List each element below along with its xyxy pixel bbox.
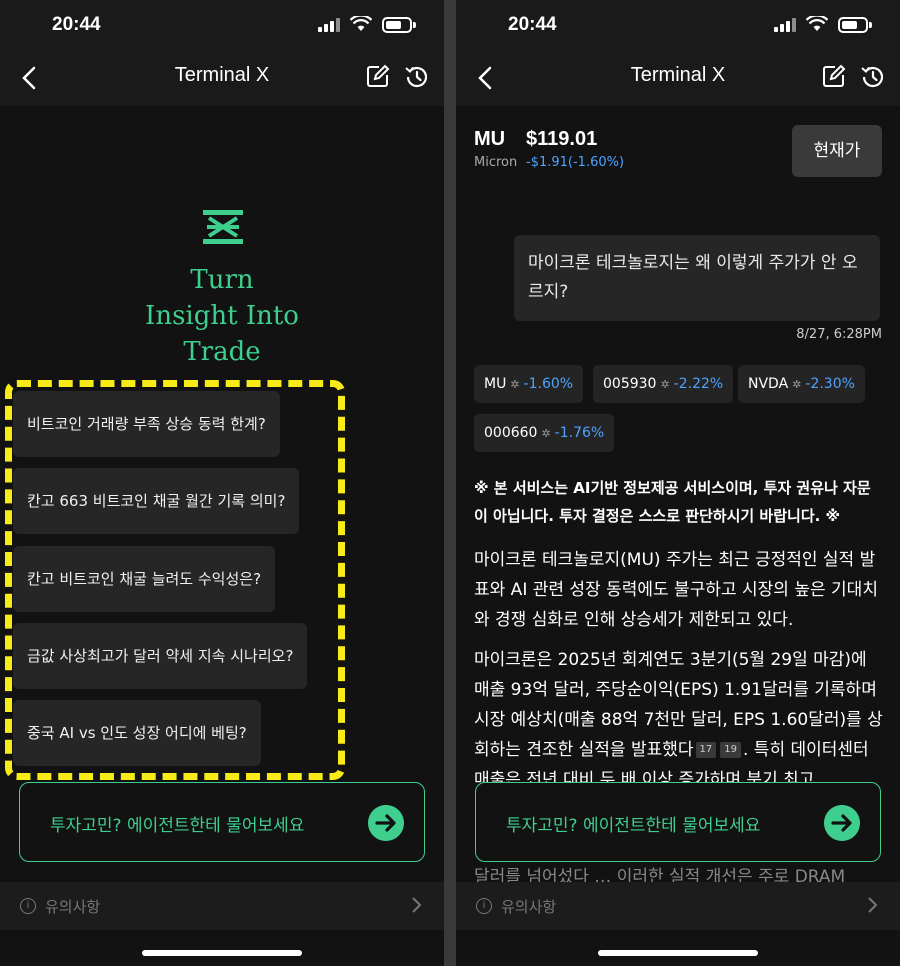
- tagline-line-2: Insight Into: [145, 301, 299, 331]
- signal-icon: [774, 18, 798, 32]
- chip-pct: -1.60%: [523, 376, 574, 392]
- ask-placeholder: 투자고민? 에이전트한테 물어보세요: [50, 816, 305, 836]
- chevron-right-icon: [412, 897, 422, 913]
- answer-tail: 달러를 넘어섰다 … 이러한 실적 개선은 주로 DRAM: [474, 867, 846, 882]
- chip-symbol: 000660: [484, 425, 538, 441]
- tagline-line-1: Turn: [190, 265, 254, 295]
- ticker-change: -$1.91(-1.60%): [526, 155, 625, 170]
- ticker-name: Micron: [474, 155, 518, 170]
- stock-chip[interactable]: MU ✲ -1.60%: [474, 365, 584, 403]
- bug-icon: ✲: [541, 427, 551, 440]
- screen-divider: [444, 0, 456, 966]
- notice-label: 유의사항: [501, 898, 557, 916]
- suggestion-item[interactable]: 중국 AI vs 인도 성장 어디에 베팅?: [13, 700, 261, 766]
- ask-input[interactable]: 투자고민? 에이전트한테 물어보세요: [19, 782, 425, 862]
- battery-icon: [838, 17, 872, 33]
- chevron-right-icon: [868, 897, 878, 913]
- edit-icon[interactable]: [822, 64, 846, 88]
- chip-pct: -2.30%: [805, 376, 855, 392]
- chip-pct: -1.76%: [554, 425, 605, 441]
- ticker-symbol: MU: [474, 128, 506, 150]
- home-indicator[interactable]: [142, 950, 302, 956]
- stock-chip[interactable]: 000660 ✲ -1.76%: [474, 414, 615, 452]
- bug-icon: ✲: [510, 378, 520, 391]
- tagline-line-3: Trade: [183, 337, 261, 367]
- arrow-right-icon[interactable]: [824, 805, 860, 841]
- disclaimer-text: ※ 본 서비스는 AI기반 정보제공 서비스이며, 투자 권유나 자문이 아닙니…: [474, 479, 871, 525]
- wifi-icon: [350, 16, 372, 31]
- reference-badge[interactable]: 19: [720, 742, 741, 758]
- message-timestamp: 8/27, 6:28PM: [796, 327, 882, 342]
- terminal-x-logo-icon: [203, 210, 243, 244]
- chip-pct: -2.22%: [673, 376, 724, 392]
- bug-icon: ✲: [792, 378, 802, 391]
- ask-input[interactable]: 투자고민? 에이전트한테 물어보세요: [475, 782, 881, 862]
- notice-row[interactable]: i 유의사항: [0, 882, 444, 930]
- chip-symbol: 005930: [603, 376, 657, 392]
- status-time: 20:44: [508, 14, 557, 35]
- status-time: 20:44: [52, 14, 101, 35]
- current-price-button[interactable]: 현재가: [792, 125, 882, 177]
- answer-intro: 마이크론 테크놀로지(MU) 주가는 최근 긍정적인 실적 발표와 AI 관련 …: [474, 550, 878, 630]
- status-bar: 20:44: [0, 0, 444, 50]
- status-bar: 20:44: [456, 0, 900, 50]
- notice-label: 유의사항: [45, 898, 101, 916]
- edit-icon[interactable]: [366, 64, 390, 88]
- suggestion-item[interactable]: 비트코인 거래량 부족 상승 동력 한계?: [13, 391, 280, 457]
- tagline: Turn Insight Into Trade: [0, 262, 444, 370]
- home-screen: 20:44 Terminal X Turn Insight Into Trade…: [0, 0, 444, 966]
- info-icon: i: [476, 898, 492, 914]
- signal-icon: [318, 18, 342, 32]
- chip-symbol: NVDA: [748, 376, 789, 392]
- ask-placeholder: 투자고민? 에이전트한테 물어보세요: [506, 816, 761, 836]
- wifi-icon: [806, 16, 828, 31]
- history-icon[interactable]: [404, 64, 430, 90]
- nav-bar: Terminal X: [456, 50, 900, 106]
- home-indicator[interactable]: [598, 950, 758, 956]
- reference-badge[interactable]: 17: [695, 742, 717, 758]
- chip-symbol: MU: [484, 376, 507, 392]
- answer-body: 마이크론은 2025년 회계연도 3분기(5월 29일 마감)에 매출 93억 …: [474, 645, 886, 795]
- battery-icon: [382, 17, 416, 33]
- bug-icon: ✲: [660, 378, 670, 391]
- nav-bar: Terminal X: [0, 50, 444, 106]
- stock-chip[interactable]: NVDA ✲ -2.30%: [738, 365, 865, 403]
- notice-row[interactable]: i 유의사항: [456, 882, 900, 930]
- suggestion-item[interactable]: 칸고 663 비트코인 채굴 월간 기록 의미?: [13, 468, 300, 534]
- suggestion-item[interactable]: 금값 사상최고가 달러 약세 지속 시나리오?: [13, 623, 308, 689]
- ticker-price: $119.01: [526, 128, 598, 150]
- stock-chip[interactable]: 005930 ✲ -2.22%: [593, 365, 734, 403]
- info-icon: i: [20, 898, 36, 914]
- chat-screen: 20:44 Terminal X MU $119.01 Micron -$1.9…: [456, 0, 900, 966]
- suggestion-item[interactable]: 칸고 비트코인 채굴 늘려도 수익성은?: [13, 546, 276, 612]
- history-icon[interactable]: [860, 64, 886, 90]
- arrow-right-icon[interactable]: [368, 805, 404, 841]
- user-question-bubble: 마이크론 테크놀로지는 왜 이렇게 주가가 안 오르지?: [514, 235, 880, 321]
